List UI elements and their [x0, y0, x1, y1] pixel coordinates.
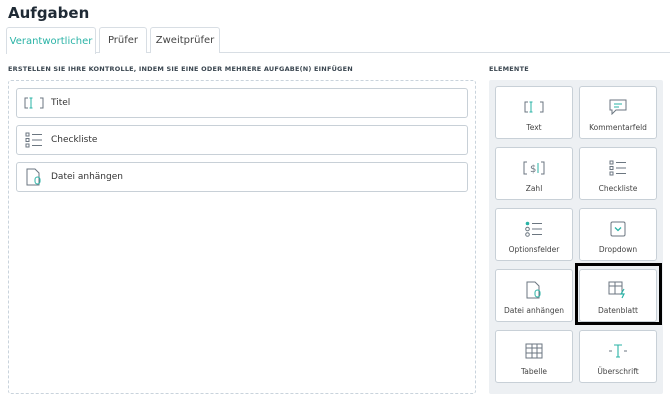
heading-icon [608, 341, 628, 361]
task-row-checkliste[interactable]: Checkliste [16, 125, 468, 155]
task-row-titel[interactable]: Titel [16, 88, 468, 118]
table-icon [525, 341, 543, 361]
task-label: Checkliste [51, 135, 98, 145]
tab-zweitpruefer[interactable]: Zweitprüfer [150, 27, 220, 53]
selection-highlight [575, 263, 662, 325]
file-attach-icon [24, 168, 44, 186]
number-field-icon: $ [523, 158, 545, 178]
element-label: Text [526, 123, 542, 132]
element-label: Kommentarfeld [589, 123, 647, 132]
element-kommentarfeld[interactable]: Kommentarfeld [579, 86, 657, 139]
page-title: Aufgaben [8, 4, 90, 22]
element-checkliste[interactable]: Checkliste [579, 147, 657, 200]
tab-bar: Verantwortlicher Prüfer Zweitprüfer [6, 27, 670, 54]
element-label: Überschrift [597, 367, 639, 376]
element-label: Dropdown [598, 245, 638, 254]
task-row-datei-anhaengen[interactable]: Datei anhängen [16, 162, 468, 192]
element-dropdown[interactable]: Dropdown [579, 208, 657, 261]
text-field-icon [524, 97, 544, 117]
element-label: Optionsfelder [508, 245, 560, 254]
svg-text:$: $ [530, 164, 536, 175]
element-text[interactable]: Text [495, 86, 573, 139]
create-control-heading: ERSTELLEN SIE IHRE KONTROLLE, INDEM SIE … [8, 65, 353, 73]
task-label: Datei anhängen [51, 172, 123, 182]
tab-verantwortlicher[interactable]: Verantwortlicher [6, 27, 96, 54]
text-field-icon [24, 95, 44, 111]
element-tabelle[interactable]: Tabelle [495, 330, 573, 383]
element-label: Zahl [525, 184, 543, 193]
file-attach-icon [525, 280, 543, 300]
tab-pruefer[interactable]: Prüfer [99, 27, 147, 53]
comment-icon [609, 97, 627, 117]
dropdown-icon [610, 219, 626, 239]
element-zahl[interactable]: $ Zahl [495, 147, 573, 200]
task-dropzone[interactable]: Titel Checkliste Datei anhängen [8, 80, 476, 394]
checklist-icon [24, 132, 44, 148]
element-datei-anhaengen[interactable]: Datei anhängen [495, 269, 573, 322]
element-label: Tabelle [520, 367, 548, 376]
task-label: Titel [51, 98, 71, 108]
element-label: Datei anhängen [504, 306, 564, 315]
element-label: Checkliste [598, 184, 638, 193]
elements-heading: ELEMENTE [489, 65, 529, 73]
elements-panel: Text Kommentarfeld $ Zahl Checkliste Opt… [489, 80, 663, 394]
radio-options-icon [525, 219, 543, 239]
element-ueberschrift[interactable]: Überschrift [579, 330, 657, 383]
checklist-icon [609, 158, 627, 178]
element-optionsfelder[interactable]: Optionsfelder [495, 208, 573, 261]
